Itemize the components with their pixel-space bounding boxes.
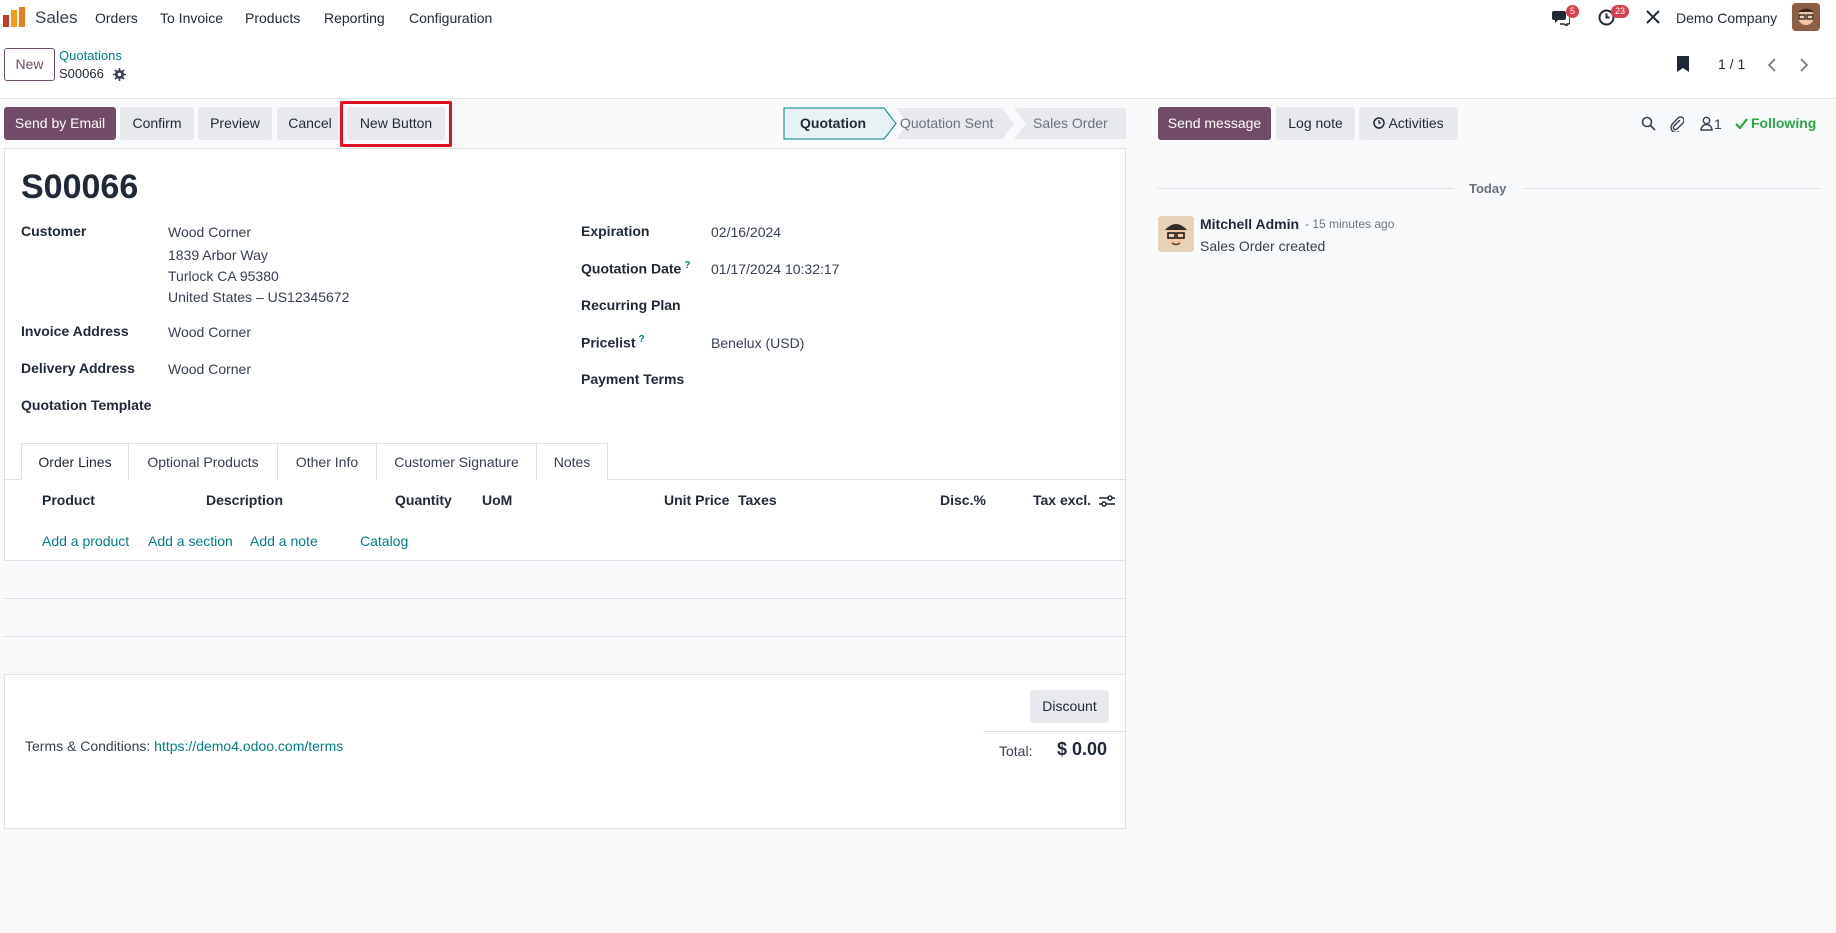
send-by-email-button[interactable]: Send by Email	[4, 107, 116, 140]
breadcrumb-current: S00066	[59, 66, 104, 81]
preview-button[interactable]: Preview	[198, 107, 272, 140]
help-icon[interactable]: ?	[684, 260, 690, 271]
recurring-plan-label: Recurring Plan	[581, 297, 681, 313]
invoice-address-label: Invoice Address	[21, 323, 129, 339]
menu-to-invoice[interactable]: To Invoice	[160, 10, 223, 26]
control-panel: New Quotations S00066 1 / 1	[0, 35, 1836, 99]
message-time: - 15 minutes ago	[1305, 217, 1395, 231]
add-note-link[interactable]: Add a note	[250, 533, 318, 549]
check-icon	[1735, 118, 1748, 129]
message-body: Sales Order created	[1200, 238, 1326, 254]
followers-count[interactable]: 1	[1714, 116, 1722, 132]
terms-and-conditions: Terms & Conditions: https://demo4.odoo.c…	[25, 738, 343, 754]
chevron-left-icon[interactable]	[1766, 58, 1778, 72]
tab-order-lines[interactable]: Order Lines	[21, 443, 129, 480]
customer-label: Customer	[21, 223, 87, 239]
delivery-address-label: Delivery Address	[21, 360, 135, 376]
status-quotation-sent[interactable]: Quotation Sent	[900, 107, 993, 140]
menu-products[interactable]: Products	[245, 10, 300, 26]
table-row	[4, 599, 1125, 636]
search-icon[interactable]	[1641, 116, 1656, 131]
gear-icon[interactable]	[113, 68, 126, 81]
customer-address-line3: United States – US12345672	[168, 289, 350, 305]
pricelist-label: Pricelist?	[581, 334, 645, 351]
following-button[interactable]: Following	[1751, 115, 1816, 131]
column-description[interactable]: Description	[206, 492, 283, 508]
quotation-date-field[interactable]: 01/17/2024 10:32:17	[711, 261, 839, 277]
message-author[interactable]: Mitchell Admin	[1200, 216, 1299, 232]
status-quotation[interactable]: Quotation	[800, 107, 866, 140]
expiration-label: Expiration	[581, 223, 650, 239]
sales-app-icon[interactable]	[3, 7, 25, 27]
app-name[interactable]: Sales	[35, 8, 78, 28]
send-message-button[interactable]: Send message	[1158, 107, 1271, 140]
payment-terms-label: Payment Terms	[581, 371, 685, 387]
followers-icon[interactable]	[1700, 116, 1713, 131]
quotation-date-label: Quotation Date?	[581, 260, 691, 277]
pager-value[interactable]: 1 / 1	[1718, 56, 1745, 72]
highlight-box	[340, 101, 452, 147]
date-separator-line	[1158, 188, 1454, 189]
debug-tools-icon[interactable]	[1645, 9, 1661, 25]
table-row	[4, 637, 1125, 674]
column-settings-icon[interactable]	[1099, 494, 1115, 508]
breadcrumb-quotations[interactable]: Quotations	[59, 48, 122, 63]
user-avatar[interactable]	[1792, 3, 1820, 31]
activities-badge: 23	[1611, 5, 1630, 18]
author-avatar[interactable]	[1158, 216, 1194, 252]
tab-notes[interactable]: Notes	[536, 443, 608, 480]
help-icon[interactable]: ?	[638, 334, 644, 345]
column-quantity[interactable]: Quantity	[395, 492, 452, 508]
status-sales-order[interactable]: Sales Order	[1033, 107, 1108, 140]
messages-badge: 5	[1566, 5, 1580, 18]
column-unit-price[interactable]: Unit Price	[664, 492, 729, 508]
customer-address-line1: 1839 Arbor Way	[168, 247, 268, 263]
customer-address-line2: Turlock CA 95380	[168, 268, 279, 284]
date-separator-line	[1524, 188, 1820, 189]
menu-orders[interactable]: Orders	[95, 10, 138, 26]
chevron-right-icon[interactable]	[1798, 58, 1810, 72]
clock-icon	[1373, 117, 1386, 129]
terms-label: Terms & Conditions:	[25, 738, 151, 754]
date-separator: Today	[1469, 181, 1507, 196]
customer-name[interactable]: Wood Corner	[168, 224, 251, 240]
menu-reporting[interactable]: Reporting	[324, 10, 385, 26]
quotation-template-label: Quotation Template	[21, 397, 152, 413]
page-title: S00066	[21, 168, 139, 206]
log-note-button[interactable]: Log note	[1276, 107, 1355, 140]
new-record-button[interactable]: New	[4, 48, 55, 81]
expiration-field[interactable]: 02/16/2024	[711, 224, 781, 240]
total-divider	[983, 731, 1125, 732]
confirm-button[interactable]: Confirm	[120, 107, 194, 140]
catalog-link[interactable]: Catalog	[360, 533, 408, 549]
column-uom[interactable]: UoM	[482, 492, 512, 508]
total-label: Total:	[999, 743, 1033, 759]
table-row	[4, 561, 1125, 598]
cancel-button[interactable]: Cancel	[277, 107, 343, 140]
discount-button[interactable]: Discount	[1030, 690, 1109, 723]
delivery-address-field[interactable]: Wood Corner	[168, 361, 251, 377]
table-row	[4, 674, 1125, 675]
pricelist-field[interactable]: Benelux (USD)	[711, 335, 804, 351]
activities-button[interactable]: Activities	[1359, 107, 1458, 140]
tab-optional-products[interactable]: Optional Products	[128, 443, 278, 480]
add-product-link[interactable]: Add a product	[42, 533, 129, 549]
total-value: $ 0.00	[1057, 739, 1108, 759]
paperclip-icon[interactable]	[1669, 115, 1684, 132]
column-discount[interactable]: Disc.%	[940, 492, 986, 508]
terms-link[interactable]: https://demo4.odoo.com/terms	[154, 738, 343, 754]
column-product[interactable]: Product	[42, 492, 95, 508]
tab-customer-signature[interactable]: Customer Signature	[376, 443, 537, 480]
company-switcher[interactable]: Demo Company	[1676, 10, 1777, 26]
add-section-link[interactable]: Add a section	[148, 533, 233, 549]
invoice-address-field[interactable]: Wood Corner	[168, 324, 251, 340]
bookmark-icon[interactable]	[1676, 55, 1690, 73]
column-tax-excl[interactable]: Tax excl.	[1033, 492, 1091, 508]
top-navbar: Sales Orders To Invoice Products Reporti…	[0, 0, 1836, 35]
menu-configuration[interactable]: Configuration	[409, 10, 492, 26]
column-taxes[interactable]: Taxes	[738, 492, 777, 508]
tab-other-info[interactable]: Other Info	[277, 443, 377, 480]
